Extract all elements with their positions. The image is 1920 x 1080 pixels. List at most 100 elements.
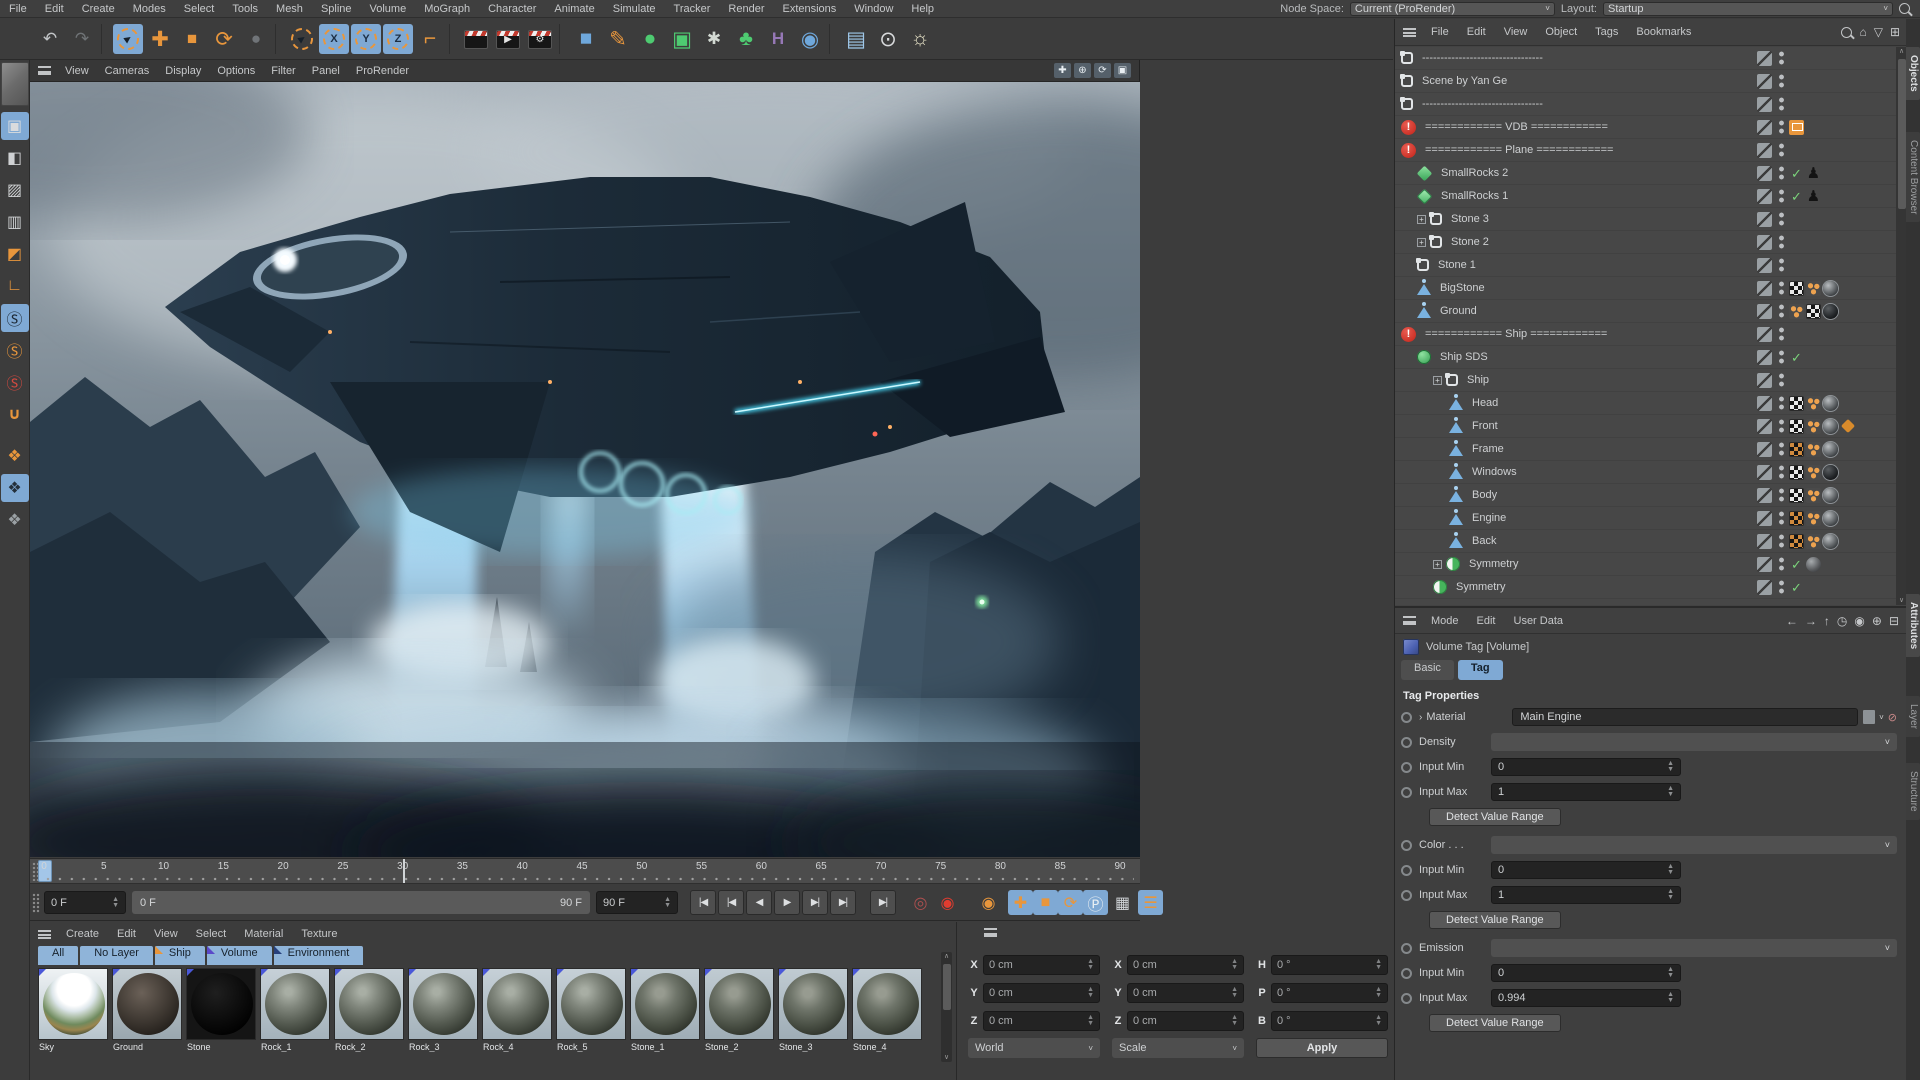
coord-field-position-z[interactable]: 0 cm ▲ ▼ <box>983 1011 1100 1031</box>
anim-dot-icon[interactable] <box>1401 736 1412 748</box>
material-item-rock-5[interactable]: Rock_5 <box>556 968 628 1052</box>
polygons-mode-icon[interactable]: ◩ <box>1 240 29 268</box>
om-menu-file[interactable]: File <box>1422 26 1458 38</box>
layer-toggle-icon[interactable] <box>1757 579 1772 595</box>
layer-tab-all[interactable]: All <box>38 946 79 965</box>
spline-pen-icon[interactable]: ✎ <box>603 24 633 54</box>
uvw-tag-icon[interactable] <box>1789 487 1804 503</box>
object-row-engine[interactable]: Engine <box>1395 507 1907 530</box>
visibility-dots-icon[interactable] <box>1778 257 1785 273</box>
object-row-smallrocks-2[interactable]: SmallRocks 2 ✓ ♟ <box>1395 162 1907 185</box>
make-editable-icon[interactable]: ▣ <box>0 112 29 140</box>
phong-tag-icon[interactable] <box>1806 418 1821 434</box>
visibility-dots-icon[interactable] <box>1778 303 1785 319</box>
volume-builder-icon[interactable]: ♣ <box>731 24 761 54</box>
input-emission-input-min[interactable]: 0 ▲ ▼ <box>1491 964 1681 982</box>
object-row-back[interactable]: Back <box>1395 530 1907 553</box>
visibility-dots-icon[interactable] <box>1778 487 1785 503</box>
material-tag-icon[interactable] <box>1823 441 1838 457</box>
uvw-tag-icon[interactable] <box>1789 280 1804 296</box>
material-item-stone-1[interactable]: Stone_1 <box>630 968 702 1052</box>
material-thumbnail[interactable] <box>260 968 330 1040</box>
anim-dot-icon[interactable] <box>1401 942 1412 954</box>
enabled-check-icon[interactable]: ✓ <box>1789 580 1804 595</box>
preview-range-slider[interactable]: 0 F 90 F <box>132 891 590 914</box>
uvw-tag-icon[interactable] <box>1789 510 1804 526</box>
viewport-menu-icon[interactable] <box>38 66 51 75</box>
attribute-menu-mode[interactable]: Mode <box>1422 615 1468 627</box>
layer-toggle-icon[interactable] <box>1757 142 1772 158</box>
viewport-solo-single-icon[interactable]: Ⓢ <box>0 304 29 332</box>
visibility-dots-icon[interactable] <box>1778 188 1785 204</box>
layer-toggle-icon[interactable] <box>1757 510 1772 526</box>
layer-toggle-icon[interactable] <box>1757 50 1772 66</box>
material-tag-icon[interactable] <box>1823 418 1838 434</box>
layer-toggle-icon[interactable] <box>1757 349 1772 365</box>
layer-tab-volume[interactable]: Volume <box>206 946 272 965</box>
om-menu-object[interactable]: Object <box>1536 26 1586 38</box>
object-row-scene-by-yan-ge[interactable]: Scene by Yan Ge <box>1395 70 1907 93</box>
current-frame-field[interactable]: 0 F ▲ ▼ <box>44 891 126 914</box>
input-color-input-min[interactable]: 0 ▲ ▼ <box>1491 861 1681 879</box>
last-used-tool-icon[interactable]: ● <box>241 24 271 54</box>
layer-toggle-icon[interactable] <box>1757 188 1772 204</box>
object-row-smallrocks-1[interactable]: SmallRocks 1 ✓ ♟ <box>1395 185 1907 208</box>
material-menu-texture[interactable]: Texture <box>292 928 346 940</box>
toggle-view-icon[interactable]: ▣ <box>1114 63 1131 78</box>
object-row-front[interactable]: Front <box>1395 415 1907 438</box>
add-cube-object-icon[interactable]: ■ <box>571 24 601 54</box>
dropdown-density[interactable]: ˅ <box>1491 733 1897 751</box>
material-menu-create[interactable]: Create <box>57 928 108 940</box>
coord-field-rotation-p[interactable]: 0 ° ▲ ▼ <box>1271 983 1388 1003</box>
attr-nav-icon-2[interactable]: ↑ <box>1824 614 1830 628</box>
render-picture-viewer-icon[interactable]: ▶ <box>493 24 523 54</box>
attribute-menu-edit[interactable]: Edit <box>1468 615 1505 627</box>
record-active-objects-icon[interactable]: ◎ <box>908 890 933 915</box>
model-mode-icon[interactable]: ◧ <box>1 144 29 172</box>
uvw-tag-icon[interactable] <box>1789 441 1804 457</box>
locked-workplane-icon[interactable]: ❖ <box>0 474 29 502</box>
fields-icon[interactable]: H <box>763 24 793 54</box>
material-thumbnail[interactable] <box>186 968 256 1040</box>
viewport-panel[interactable]: View Cameras Display Options Filter Panel ProR… <box>30 60 1140 857</box>
phong-tag-icon[interactable] <box>1806 441 1821 457</box>
viewport-menu-view[interactable]: View <box>57 65 97 77</box>
visibility-dots-icon[interactable] <box>1778 395 1785 411</box>
vdb-tag-icon[interactable] <box>1789 119 1804 135</box>
object-row-windows[interactable]: Windows <box>1395 461 1907 484</box>
coord-field-rotation-b[interactable]: 0 ° ▲ ▼ <box>1271 1011 1388 1031</box>
anim-dot-icon[interactable] <box>1401 711 1412 723</box>
om-filter-icon[interactable]: ▽ <box>1874 25 1883 39</box>
goto-start-button[interactable]: |◀ <box>690 890 716 915</box>
workplane-icon[interactable]: ❖ <box>1 442 29 470</box>
texture-mode-icon[interactable]: ▨ <box>1 176 29 204</box>
om-search-icon[interactable] <box>1841 26 1853 38</box>
visibility-dots-icon[interactable] <box>1778 464 1785 480</box>
menu-extensions[interactable]: Extensions <box>773 3 845 15</box>
material-tag-icon[interactable] <box>1806 556 1821 572</box>
viewport-menu-panel[interactable]: Panel <box>304 65 348 77</box>
key-pla-icon[interactable]: ▦ <box>1110 890 1135 915</box>
attr-nav-icon-6[interactable]: ⊟ <box>1889 614 1899 628</box>
expand-icon[interactable]: + <box>1433 375 1442 385</box>
attr-nav-icon-1[interactable]: → <box>1805 614 1817 628</box>
render-settings-icon[interactable]: ⚙ <box>525 24 555 54</box>
coord-field-position-y[interactable]: 0 cm ▲ ▼ <box>983 983 1100 1003</box>
axis-mode-icon[interactable]: ∟ <box>1 272 29 300</box>
om-path-icon[interactable]: ⌂ <box>1859 25 1866 39</box>
material-item-rock-2[interactable]: Rock_2 <box>334 968 406 1052</box>
material-tag-icon[interactable] <box>1823 395 1838 411</box>
object-row-symmetry[interactable]: Symmetry ✓ <box>1395 576 1907 599</box>
redo-icon[interactable]: ↷ <box>67 24 97 54</box>
layer-toggle-icon[interactable] <box>1757 326 1772 342</box>
texture-box-icon[interactable] <box>1863 710 1876 724</box>
generator-icon[interactable]: ▣ <box>667 24 697 54</box>
uvw-tag-icon[interactable] <box>1789 464 1804 480</box>
attr-nav-icon-5[interactable]: ⊕ <box>1872 614 1882 628</box>
layer-toggle-icon[interactable] <box>1757 533 1772 549</box>
live-selection-tool-icon[interactable]: ► <box>112 23 144 55</box>
visibility-dots-icon[interactable] <box>1778 556 1785 572</box>
search-icon[interactable] <box>1899 3 1910 14</box>
object-row-symmetry[interactable]: + Symmetry ✓ <box>1395 553 1907 576</box>
layer-tab-environment[interactable]: Environment <box>273 946 364 965</box>
